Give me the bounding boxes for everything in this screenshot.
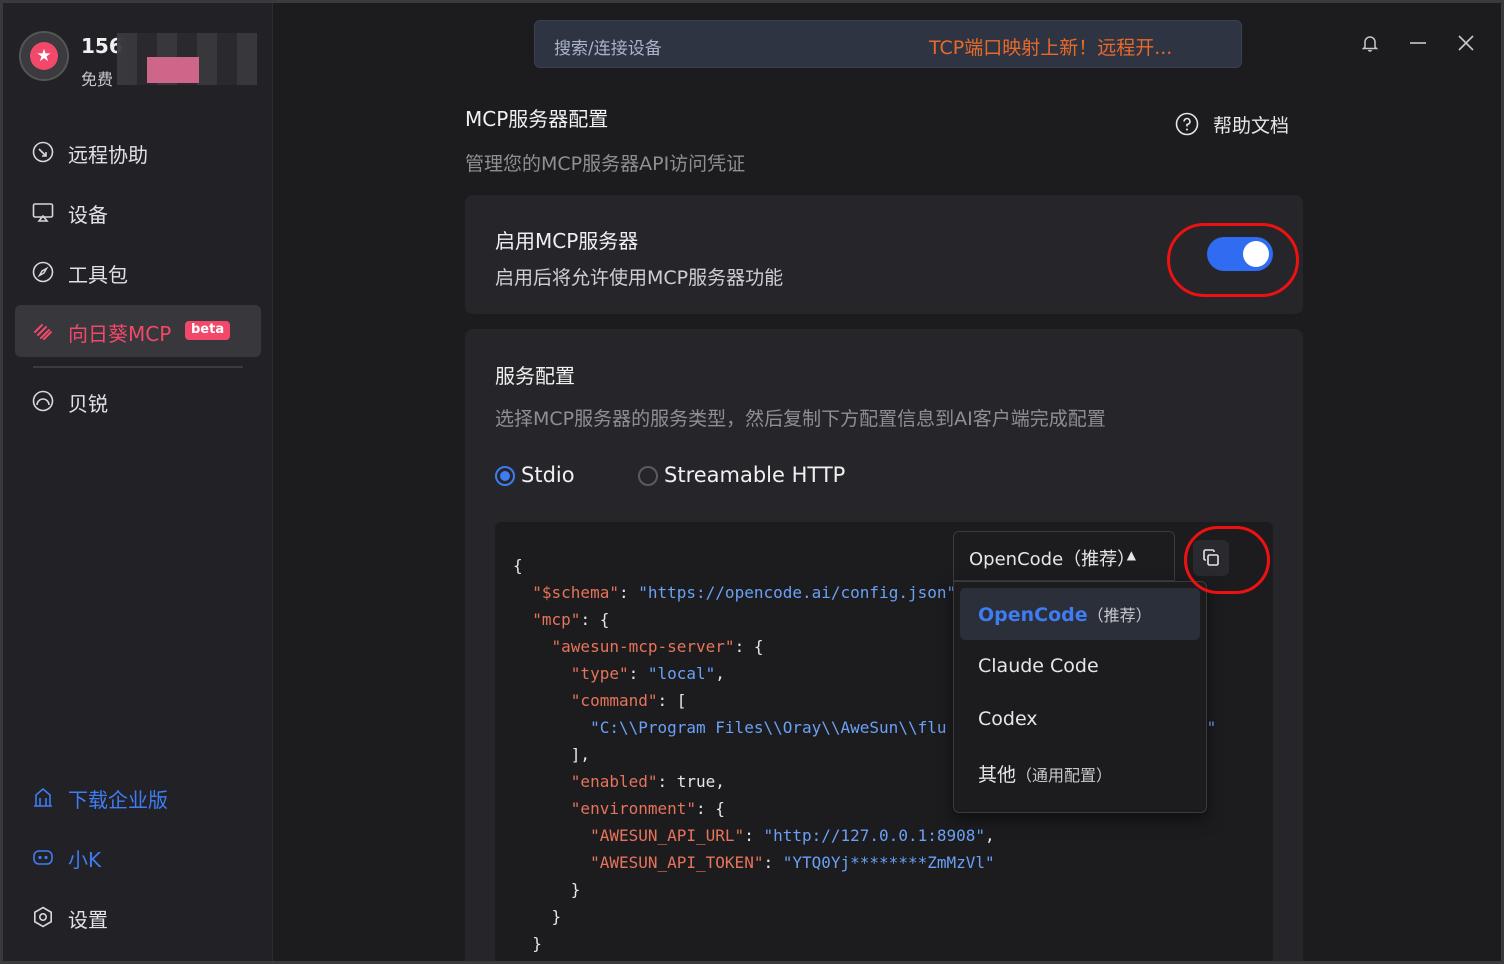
gear-icon [34,906,52,928]
robot-icon [33,850,53,865]
radio-label: Stdio [521,463,575,487]
privacy-mosaic [117,33,257,85]
radio-dot [495,466,515,486]
sidebar-item-toolkit[interactable]: 工具包 [15,246,261,298]
remote-assist-icon [32,141,54,163]
sidebar-item-label: 下载企业版 [68,788,168,812]
service-config-card: 服务配置 选择MCP服务器的服务类型，然后复制下方配置信息到AI客户端完成配置 … [465,329,1303,961]
sidebar-item-label: 向日葵MCP [68,322,172,346]
mcp-icon [34,324,52,340]
avatar[interactable]: ★ [19,31,69,81]
sidebar-item-label: 设置 [68,908,108,932]
option-opencode[interactable]: OpenCode（推荐） [960,588,1200,640]
radio-label: Streamable HTTP [664,463,846,487]
minimize-icon[interactable] [1408,33,1428,53]
annotation-circle-toggle [1167,223,1299,297]
option-other[interactable]: 其他（通用配置） [960,746,1200,798]
oray-icon [32,390,54,412]
sidebar-item-remote-assist[interactable]: 远程协助 [15,126,261,178]
radio-dot [638,466,658,486]
compass-icon [32,261,54,283]
sidebar-item-oray[interactable]: 贝锐 [15,375,261,427]
sidebar-item-mcp[interactable]: 向日葵MCP beta [15,305,261,357]
sidebar-divider [33,366,243,368]
user-profile[interactable]: ★ 156 免费 [19,29,259,93]
annotation-circle-copy [1184,526,1270,594]
help-docs-label: 帮助文档 [1213,115,1290,137]
sidebar-item-devices[interactable]: 设备 [15,186,261,238]
monitor-icon [32,203,54,222]
page-title: MCP服务器配置 [465,107,609,131]
client-select-value: OpenCode（推荐） [969,549,1136,570]
option-codex[interactable]: Codex [960,694,1200,746]
sidebar-item-label: 工具包 [68,263,128,287]
option-claude-code[interactable]: Claude Code [960,641,1200,693]
main-content: MCP服务器配置 管理您的MCP服务器API访问凭证 帮助文档 启用MCP服务器… [465,3,1305,961]
sidebar-item-label: 远程协助 [68,143,148,167]
enable-mcp-title: 启用MCP服务器 [495,229,639,253]
star-icon: ★ [30,42,58,70]
service-config-subtitle: 选择MCP服务器的服务类型，然后复制下方配置信息到AI客户端完成配置 [495,408,1106,430]
bell-icon[interactable] [1360,33,1380,53]
sidebar-item-label: 设备 [68,203,108,227]
sidebar-item-download-enterprise[interactable]: 下载企业版 [15,771,261,823]
close-icon[interactable] [1456,33,1476,53]
service-config-title: 服务配置 [495,364,575,388]
beta-badge: beta [185,321,231,340]
sidebar-item-settings[interactable]: 设置 [15,891,261,943]
sidebar-item-label: 贝锐 [68,392,108,416]
client-select-menu: OpenCode（推荐） Claude Code Codex 其他（通用配置） [953,581,1207,813]
caret-up-icon: ▲ [1126,548,1136,562]
help-icon [1175,112,1199,136]
app-window: ★ 156 免费 远程协助 设备 工具包 向日葵MCP beta 贝锐 下载企业… [3,3,1501,961]
building-icon [34,787,52,807]
sidebar-item-label: 小K [68,848,102,872]
page-subtitle: 管理您的MCP服务器API访问凭证 [465,153,746,175]
enable-mcp-subtitle: 启用后将允许使用MCP服务器功能 [495,267,784,289]
user-plan: 免费 [81,70,114,89]
sidebar: ★ 156 免费 远程协助 设备 工具包 向日葵MCP beta 贝锐 下载企业… [3,3,273,961]
config-code-block[interactable]: { "$schema": "https://opencode.ai/config… [495,522,1273,961]
sidebar-item-xiaok[interactable]: 小K [15,831,261,883]
client-select[interactable]: OpenCode（推荐） ▲ [953,531,1175,581]
